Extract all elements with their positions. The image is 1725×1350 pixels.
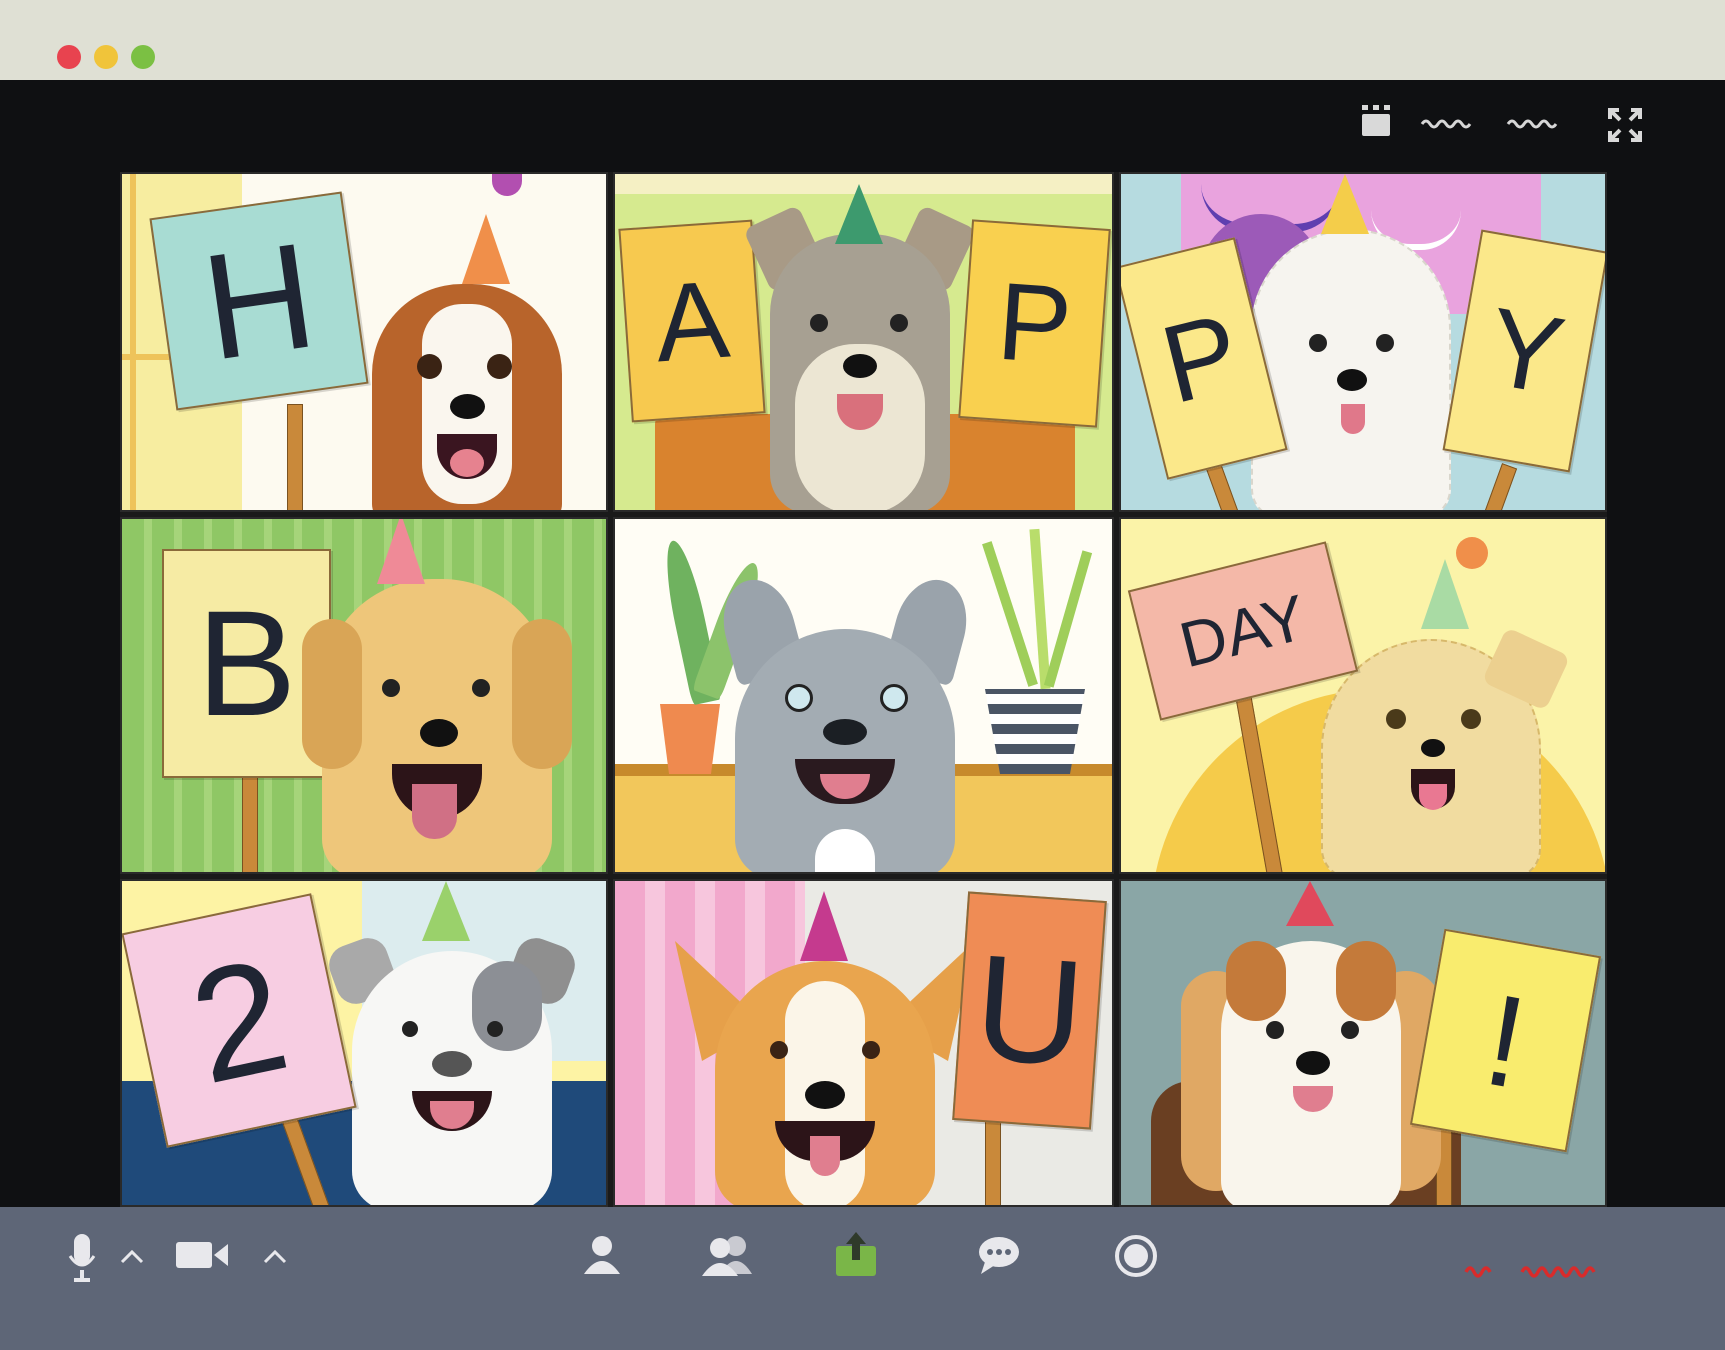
letter-sign: ! xyxy=(1409,928,1602,1153)
video-tile-cavalier[interactable]: ! xyxy=(1119,879,1607,1207)
microphone-icon[interactable] xyxy=(66,1232,98,1284)
letter-sign: U xyxy=(952,891,1107,1130)
video-tile-corgi[interactable]: U xyxy=(613,879,1114,1207)
letter-sign: P xyxy=(958,219,1111,428)
bichon-dog xyxy=(1251,229,1451,510)
camera-icon[interactable] xyxy=(174,1238,230,1272)
video-tile-golden[interactable]: B xyxy=(120,517,608,874)
sign-letter: H xyxy=(193,209,325,392)
minimize-window-button[interactable] xyxy=(94,45,118,69)
view-mode-label[interactable] xyxy=(1420,116,1570,132)
record-icon[interactable] xyxy=(1114,1234,1158,1278)
video-tile-pomeranian[interactable]: DAY xyxy=(1119,517,1607,874)
video-gallery: H A P P Y B DAY 2 U ! xyxy=(120,172,1607,1207)
video-tile-beagle[interactable]: H xyxy=(120,172,608,512)
cavalier-dog xyxy=(1181,921,1441,1205)
schnauzer-dog xyxy=(743,204,977,510)
letter-sign: A xyxy=(618,219,766,423)
potted-plant xyxy=(660,704,720,774)
participant-icon[interactable] xyxy=(582,1234,622,1276)
striped-plant-pot xyxy=(985,689,1085,774)
close-window-button[interactable] xyxy=(57,45,81,69)
video-tile-pitbull[interactable]: 2 xyxy=(120,879,608,1207)
golden-retriever-dog xyxy=(302,579,572,872)
sign-word: DAY xyxy=(1172,580,1314,682)
letter-sign: H xyxy=(149,191,369,411)
sign-letter: P xyxy=(1150,289,1252,428)
participants-icon[interactable] xyxy=(700,1234,756,1276)
recording-indicator xyxy=(1464,1266,1596,1278)
share-screen-icon[interactable] xyxy=(834,1228,878,1278)
corgi-dog xyxy=(675,921,975,1205)
french-bulldog-dog xyxy=(713,571,977,872)
pitbull-dog xyxy=(323,921,581,1205)
microphone-options-chevron-icon[interactable] xyxy=(120,1248,144,1264)
video-tile-schnauzer[interactable]: A P xyxy=(613,172,1114,512)
sign-letter: U xyxy=(969,922,1090,1098)
video-tile-frenchie[interactable] xyxy=(613,517,1114,874)
zoom-window-button[interactable] xyxy=(131,45,155,69)
beagle-dog xyxy=(362,244,572,510)
sign-letter: ! xyxy=(1475,965,1536,1116)
chat-icon[interactable] xyxy=(977,1234,1021,1276)
sign-letter: B xyxy=(196,579,297,747)
sign-letter: A xyxy=(651,257,733,385)
fullscreen-icon[interactable] xyxy=(1607,107,1643,143)
gallery-view-icon[interactable] xyxy=(1360,104,1392,138)
sign-letter: P xyxy=(993,259,1076,388)
window-titlebar xyxy=(0,0,1725,80)
camera-options-chevron-icon[interactable] xyxy=(263,1248,287,1264)
sign-letter: Y xyxy=(1478,284,1573,418)
video-tile-bichon[interactable]: P Y xyxy=(1119,172,1607,512)
sign-letter: 2 xyxy=(176,923,302,1117)
